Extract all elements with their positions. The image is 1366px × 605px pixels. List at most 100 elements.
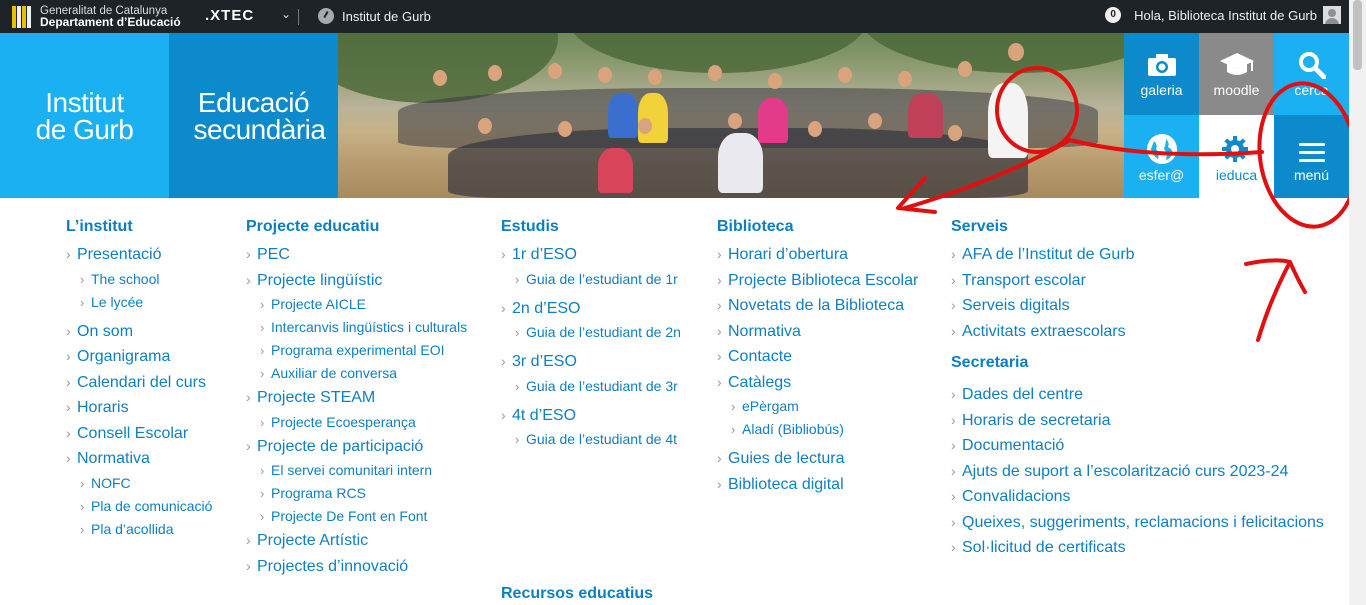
menu-subitem-pla-acollida[interactable]: Pla d’acollida [66,518,212,541]
moodle-tile[interactable]: moodle [1199,33,1274,115]
galeria-label: galeria [1140,82,1183,98]
menu-heading-estudis[interactable]: Estudis [501,216,681,242]
menu-item-documentacio[interactable]: Documentació [951,433,1324,459]
menu-item-normativa[interactable]: Normativa [66,446,212,472]
menu-item-catalegs[interactable]: Catàlegs [717,370,918,396]
dashboard-icon [318,8,334,24]
gencat-flag-icon [12,5,34,28]
divider [298,9,299,25]
ieduca-label: ieduca [1215,167,1258,183]
menu-item-ajuts[interactable]: Ajuts de suport a l’escolarització curs … [951,459,1324,485]
page-scrollbar[interactable] [1349,0,1366,605]
menu-item-convalidacions[interactable]: Convalidacions [951,484,1324,510]
menu-subitem-intercanvis[interactable]: Intercanvis lingüístics i culturals [246,316,467,339]
menu-subitem-guia1[interactable]: Guia de l’estudiant de 1r [501,268,681,291]
galeria-tile[interactable]: galeria [1124,33,1199,115]
menu-subitem-guia4[interactable]: Guia de l’estudiant de 4t [501,428,681,451]
menu-column-serveis: Serveis AFA de l’Institut de Gurb Transp… [951,216,1324,561]
globe-icon [1147,134,1177,164]
ieduca-tile[interactable]: ieduca [1199,115,1274,198]
menu-item-eso1[interactable]: 1r d’ESO [501,242,681,268]
menu-subitem-eoi[interactable]: Programa experimental EOI [246,339,467,362]
esfera-label: esfer@ [1138,167,1185,183]
menu-subitem-rcs[interactable]: Programa RCS [246,482,467,505]
menu-subitem-ecoesperanca[interactable]: Projecte Ecoesperança [246,411,467,434]
menu-subitem-defont[interactable]: Projecte De Font en Font [246,505,467,528]
menu-item-normativa-biblioteca[interactable]: Normativa [717,319,918,345]
menu-item-linguistic[interactable]: Projecte lingüístic [246,268,467,294]
user-greeting[interactable]: Hola, Biblioteca Institut de Gurb [1134,8,1317,23]
menu-item-innovacio[interactable]: Projectes d’innovació [246,554,467,580]
hamburger-menu-icon [1299,143,1325,162]
menu-item-presentacio[interactable]: Presentació [66,242,212,268]
notification-count-badge[interactable]: 0 [1105,7,1122,23]
gear-icon [1222,136,1248,162]
school-name-tile[interactable]: Institut de Gurb [0,33,169,198]
menu-item-certificats[interactable]: Sol·licitud de certificats [951,535,1324,561]
menu-item-eso2[interactable]: 2n d’ESO [501,296,681,322]
menu-item-eso3[interactable]: 3r d’ESO [501,349,681,375]
menu-item-transport[interactable]: Transport escolar [951,268,1324,294]
menu-heading-recursos[interactable]: Recursos educatius [501,584,653,604]
menu-item-queixes[interactable]: Queixes, suggeriments, reclamacions i fe… [951,510,1324,536]
menu-heading-biblioteca[interactable]: Biblioteca [717,216,918,242]
menu-item-participacio[interactable]: Projecte de participació [246,434,467,460]
menu-subitem-epergam[interactable]: ePèrgam [717,395,918,418]
xtec-logo[interactable]: .XTEC [205,7,254,24]
menu-subitem-lycee[interactable]: Le lycée [66,291,212,314]
admin-bar: Generalitat de Catalunya Departament d’E… [0,0,1349,33]
menu-column-estudis: Estudis 1r d’ESO Guia de l’estudiant de … [501,216,681,451]
menu-column-institut: L’institut Presentació The school Le lyc… [66,216,212,541]
menu-item-calendari[interactable]: Calendari del curs [66,370,212,396]
menu-subitem-nofc[interactable]: NOFC [66,472,212,495]
menu-item-contacte[interactable]: Contacte [717,344,918,370]
menu-subitem-guia2[interactable]: Guia de l’estudiant de 2n [501,321,681,344]
menu-item-horari[interactable]: Horari d’obertura [717,242,918,268]
menu-heading-secretaria[interactable]: Secretaria [951,352,1324,378]
menu-item-projecte-biblioteca[interactable]: Projecte Biblioteca Escolar [717,268,918,294]
menu-item-eso4[interactable]: 4t d’ESO [501,403,681,429]
school-name: Institut de Gurb [35,86,134,145]
site-header: Institut de Gurb Educació secundària gal… [0,33,1349,198]
menu-item-extraescolars[interactable]: Activitats extraescolars [951,319,1324,345]
menu-item-onsom[interactable]: On som [66,319,212,345]
school-type-tile: Educació secundària [169,33,338,198]
menu-item-dades[interactable]: Dades del centre [951,382,1324,408]
scrollbar-thumb[interactable] [1353,0,1362,70]
gencat-logo[interactable]: Generalitat de Catalunya Departament d’E… [12,4,181,29]
menu-heading-institut[interactable]: L’institut [66,216,212,242]
site-link[interactable]: Institut de Gurb [318,8,431,24]
header-group-photo [338,33,1124,198]
menu-subitem-school[interactable]: The school [66,268,212,291]
school-type: Educació secundària [193,86,326,145]
menu-heading-serveis[interactable]: Serveis [951,216,1324,242]
menu-item-guies[interactable]: Guies de lectura [717,446,918,472]
menu-tile[interactable]: menú [1274,115,1349,198]
gencat-line2: Departament d’Educació [40,14,181,29]
graduation-cap-icon [1220,53,1254,75]
menu-subitem-comunitari[interactable]: El servei comunitari intern [246,459,467,482]
esfera-tile[interactable]: esfer@ [1124,115,1199,198]
avatar[interactable] [1323,6,1341,24]
menu-column-biblioteca: Biblioteca Horari d’obertura Projecte Bi… [717,216,918,497]
menu-heading-projecte[interactable]: Projecte educatiu [246,216,467,242]
menu-item-consell[interactable]: Consell Escolar [66,421,212,447]
menu-subitem-auxiliar[interactable]: Auxiliar de conversa [246,362,467,385]
menu-item-biblioteca-digital[interactable]: Biblioteca digital [717,472,918,498]
menu-item-organigrama[interactable]: Organigrama [66,344,212,370]
menu-item-pec[interactable]: PEC [246,242,467,268]
cerca-tile[interactable]: cerca [1274,33,1349,115]
menu-item-afa[interactable]: AFA de l’Institut de Gurb [951,242,1324,268]
menu-subitem-guia3[interactable]: Guia de l’estudiant de 3r [501,375,681,398]
menu-item-steam[interactable]: Projecte STEAM [246,385,467,411]
chevron-down-icon[interactable]: ⌄ [281,7,291,21]
menu-item-artistic[interactable]: Projecte Artístic [246,528,467,554]
menu-item-horaris[interactable]: Horaris [66,395,212,421]
menu-subitem-pla-comunicacio[interactable]: Pla de comunicació [66,495,212,518]
menu-subitem-aicle[interactable]: Projecte AICLE [246,293,467,316]
site-name: Institut de Gurb [342,8,431,24]
menu-item-horaris-secretaria[interactable]: Horaris de secretaria [951,408,1324,434]
menu-subitem-aladi[interactable]: Aladí (Bibliobús) [717,418,918,441]
menu-item-novetats[interactable]: Novetats de la Biblioteca [717,293,918,319]
menu-item-serveis-digitals[interactable]: Serveis digitals [951,293,1324,319]
